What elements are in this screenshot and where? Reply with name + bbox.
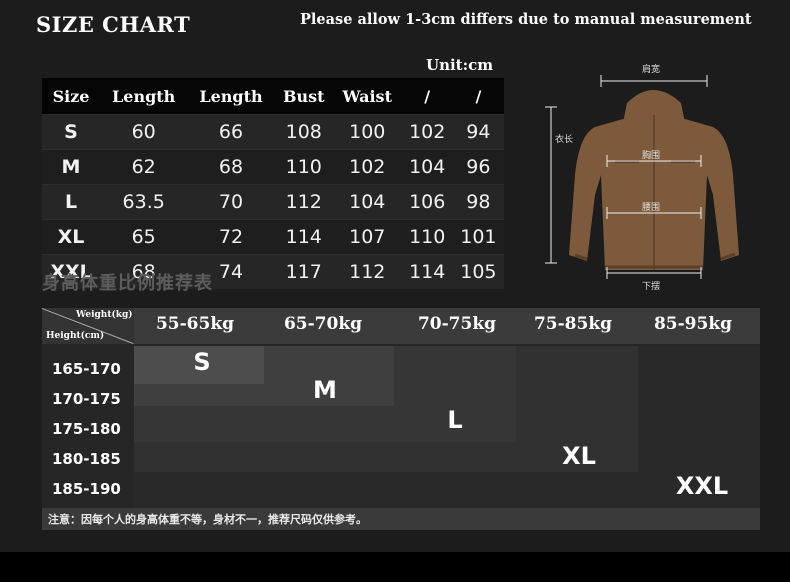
measurement-notice: Please allow 1-3cm differs due to manual… [300,11,752,28]
height-row-4: 180-185 [52,450,121,468]
header-size: Size [42,78,101,115]
cell: 100 [332,114,402,150]
cell: 112 [274,184,333,220]
height-row-1: 165-170 [52,360,121,378]
size-label-xl: XL [562,442,596,470]
cell: 62 [100,149,188,185]
cell: 72 [187,219,275,255]
cell: 114 [274,219,333,255]
cell: 106 [401,184,453,220]
size-label-s: S [193,348,211,376]
shoulder-label: 肩宽 [642,65,661,75]
bottom-bar [0,552,790,582]
header-slash-2: / [452,78,504,115]
height-row-3: 175-180 [52,420,121,438]
cell-size: XL [42,219,101,255]
cell: 63.5 [100,184,188,220]
size-label-m: M [313,376,337,404]
hem-label: 下摆 [642,282,661,292]
corner-weight-label: Weight(kg) [76,310,133,320]
table-row: M 62 68 110 102 104 96 [42,149,504,185]
cell: 104 [332,184,402,220]
table-row: S 60 66 108 100 102 94 [42,114,504,150]
size-table-header: Size Length Length Bust Waist / / [42,78,504,115]
cell: 105 [452,254,504,289]
size-label-xxl: XXL [675,472,729,500]
cell: 94 [452,114,504,150]
length-label: 衣长 [555,135,574,145]
cell: 96 [452,149,504,185]
height-weight-grid: Weight(kg) Height(cm) 55-65kg 65-70kg 70… [41,308,760,530]
cell: 110 [274,149,333,185]
cell: 112 [332,254,402,289]
weight-col-4: 75-85kg [533,314,613,334]
jacket-shape [569,90,739,270]
cell: 102 [332,149,402,185]
cell: 114 [401,254,453,289]
weight-col-1: 55-65kg [155,314,235,334]
table-row: XL 65 72 114 107 110 101 [42,219,504,255]
cell: 70 [187,184,275,220]
chest-label: 胸围 [642,151,661,161]
page-title: SIZE CHART [36,12,191,37]
cell: 108 [274,114,333,150]
jacket-diagram: 肩宽 衣长 胸围 腰围 下摆 [535,55,775,295]
size-table: Size Length Length Bust Waist / / S 60 6… [42,78,504,289]
size-label-l: L [447,406,463,434]
cell: 60 [100,114,188,150]
cell-size: L [42,184,101,220]
header-length-1: Length [100,78,188,115]
cell: 68 [187,149,275,185]
disclaimer-bar: 注意：因每个人的身高体重不等，身材不一，推荐尺码仅供参考。 [42,508,760,530]
cell: 98 [452,184,504,220]
header-slash-1: / [401,78,453,115]
cell: 101 [452,219,504,255]
cell: 66 [187,114,275,150]
cell: 102 [401,114,453,150]
cell: 110 [401,219,453,255]
unit-label: Unit:cm [426,56,494,74]
header-bust: Bust [274,78,333,115]
weight-col-3: 70-75kg [417,314,497,334]
corner-height-label: Height(cm) [46,331,105,341]
waist-label: 腰围 [642,203,661,213]
cell: 117 [274,254,333,289]
height-row-5: 185-190 [52,480,121,498]
grid-corner: Weight(kg) Height(cm) [41,308,134,345]
disclaimer-text: 注意：因每个人的身高体重不等，身材不一，推荐尺码仅供参考。 [48,513,367,526]
cell: 104 [401,149,453,185]
header-length-2: Length [187,78,275,115]
cell: 107 [332,219,402,255]
cell-size: M [42,149,101,185]
weight-col-2: 65-70kg [283,314,363,334]
table-row: L 63.5 70 112 104 106 98 [42,184,504,220]
height-row-2: 170-175 [52,390,121,408]
reference-title: 身高体重比例推荐表 [42,273,213,294]
header-waist: Waist [332,78,402,115]
weight-col-5: 85-95kg [653,314,733,334]
cell: 65 [100,219,188,255]
jacket-illustration [545,75,739,279]
cell-size: S [42,114,101,150]
